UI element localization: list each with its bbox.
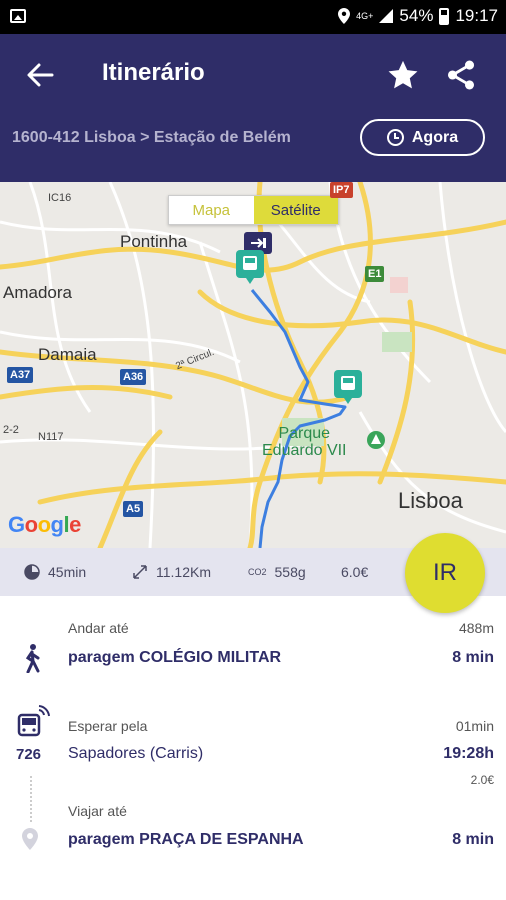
google-logo: Google xyxy=(8,512,81,537)
star-icon[interactable] xyxy=(386,58,420,92)
status-bar: 4G+ 54% 19:17 xyxy=(0,0,506,34)
back-arrow-icon[interactable] xyxy=(24,60,56,90)
park-marker-icon xyxy=(367,431,385,449)
bus-stop-marker-icon[interactable] xyxy=(334,370,362,404)
park-label: Parque Eduardo VII xyxy=(262,425,347,459)
bus-realtime-icon xyxy=(17,705,50,737)
step-destination[interactable]: paragem COLÉGIO MILITAR xyxy=(68,649,281,667)
step-destination[interactable]: paragem PRAÇA DE ESPANHA xyxy=(68,831,304,849)
route-connector xyxy=(30,776,32,822)
location-icon xyxy=(338,8,351,24)
bus-stop-marker-icon[interactable] xyxy=(236,250,264,284)
road-badge: N117 xyxy=(38,431,64,443)
share-icon[interactable] xyxy=(444,58,478,92)
step-label: Esperar pela xyxy=(68,718,148,734)
trip-distance: 11.12Km xyxy=(132,564,211,580)
departure-time-button[interactable]: Agora xyxy=(360,119,485,156)
go-button[interactable]: IR xyxy=(405,533,485,613)
price-value: 6.0€ xyxy=(341,564,369,580)
signal-icon xyxy=(379,9,394,23)
satellite-view-option[interactable]: Satélite xyxy=(253,196,338,224)
step-label: Andar até xyxy=(68,620,129,636)
road-badge: IP7 xyxy=(330,182,353,198)
distance-value: 11.12Km xyxy=(156,564,211,580)
duration-icon xyxy=(24,564,40,580)
road-badge: E1 xyxy=(365,266,385,282)
duration-value: 45min xyxy=(48,564,87,580)
app-bar: Itinerário 1600-412 Lisboa > Estação de … xyxy=(0,34,506,182)
place-label: Damaia xyxy=(38,345,97,364)
distance-icon xyxy=(133,565,147,579)
map-view-option[interactable]: Mapa xyxy=(169,196,254,224)
walking-icon xyxy=(25,644,40,673)
trip-duration: 45min xyxy=(24,564,86,580)
map-type-toggle: Mapa Satélite xyxy=(168,195,339,225)
departure-time-label: Agora xyxy=(411,128,459,146)
co2-icon: CO2 xyxy=(248,567,267,577)
step-fare: 2.0€ xyxy=(470,773,494,787)
clock-time: 19:17 xyxy=(455,6,498,25)
step-wait-time: 01min xyxy=(455,718,494,734)
trip-price: 6.0€ xyxy=(341,564,368,580)
place-label: Amadora xyxy=(3,283,72,302)
location-pin-icon xyxy=(22,828,38,850)
road-badge: 2-2 xyxy=(3,424,19,436)
road-badge: A5 xyxy=(123,501,144,517)
step-time: 8 min xyxy=(452,831,494,848)
place-label: Pontinha xyxy=(120,232,188,251)
page-title: Itinerário xyxy=(102,59,205,86)
step-stop-name[interactable]: Sapadores (Carris) xyxy=(68,745,203,763)
step-departure-time: 19:28h xyxy=(443,745,494,762)
step-label: Viajar até xyxy=(68,803,127,819)
battery-icon xyxy=(439,7,450,25)
image-icon xyxy=(10,9,26,23)
co2-value: 558g xyxy=(274,564,306,580)
route-summary: 1600-412 Lisboa > Estação de Belém xyxy=(12,129,291,146)
battery-percent: 54% xyxy=(399,6,434,25)
route-map[interactable]: Mapa Satélite Pontinha Amadora Damaia Pa… xyxy=(0,182,506,548)
clock-icon xyxy=(386,129,404,146)
road-badge: A36 xyxy=(120,369,147,385)
network-type: 4G+ xyxy=(356,10,374,21)
place-label: Lisboa xyxy=(398,488,463,513)
step-time: 8 min xyxy=(452,649,494,666)
step-distance: 488m xyxy=(458,620,494,636)
road-badge: IC16 xyxy=(48,192,72,204)
road-badge: A37 xyxy=(7,367,34,383)
trip-co2: CO2 558g xyxy=(248,564,306,580)
bus-line-number: 726 xyxy=(16,746,42,763)
